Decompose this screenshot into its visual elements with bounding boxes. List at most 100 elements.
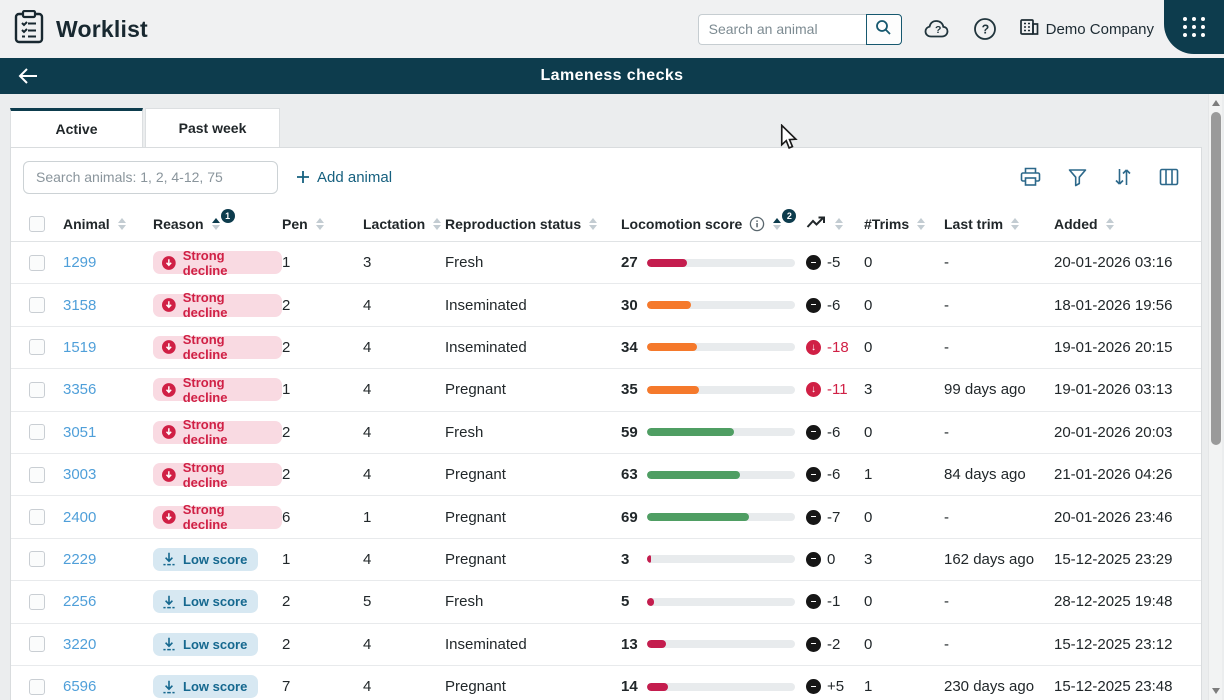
scrollbar-thumb[interactable] bbox=[1211, 112, 1221, 445]
vertical-scrollbar[interactable] bbox=[1208, 94, 1222, 700]
lactation-value: 4 bbox=[363, 296, 372, 314]
sort-lactation-icon[interactable] bbox=[433, 217, 442, 230]
animal-search-input[interactable] bbox=[697, 13, 866, 45]
apps-grid-icon bbox=[1182, 17, 1206, 37]
locomotion-bar bbox=[647, 470, 795, 479]
locomotion-bar bbox=[647, 258, 795, 267]
table-row[interactable]: 2229 Low score 1 4 Pregnant 3 0 3 162 da… bbox=[11, 538, 1201, 582]
pen-value: 2 bbox=[282, 423, 291, 441]
table-row[interactable]: 1519 Strong decline 2 4 Inseminated 34 -… bbox=[11, 326, 1201, 370]
table-row[interactable]: 3158 Strong decline 2 4 Inseminated 30 -… bbox=[11, 284, 1201, 327]
sort-reason-icon[interactable]: 1 bbox=[211, 208, 235, 230]
animals-filter-input[interactable] bbox=[23, 160, 278, 194]
scroll-down-button[interactable] bbox=[1209, 684, 1223, 698]
table-row[interactable]: 1299 Strong decline 1 3 Fresh 27 -5 0 - … bbox=[11, 242, 1201, 285]
row-checkbox[interactable] bbox=[29, 466, 45, 483]
animal-link[interactable]: 2256 bbox=[63, 593, 96, 610]
reason-label: Low score bbox=[183, 594, 248, 610]
table-row[interactable]: 6596 Low score 7 4 Pregnant 14 +5 1 230 … bbox=[11, 665, 1201, 700]
tab-past-week[interactable]: Past week bbox=[145, 108, 280, 147]
company-selector[interactable]: Demo Company bbox=[1019, 18, 1154, 40]
locomotion-info-icon[interactable] bbox=[749, 216, 765, 232]
reproduction-status: Inseminated bbox=[445, 296, 527, 314]
column-header-reproduction-status[interactable]: Reproduction status bbox=[445, 216, 581, 232]
sort-icon bbox=[1115, 169, 1131, 185]
row-checkbox[interactable] bbox=[29, 339, 45, 356]
row-checkbox[interactable] bbox=[29, 254, 45, 271]
column-header-animal[interactable]: Animal bbox=[63, 216, 110, 232]
animal-link[interactable]: 3051 bbox=[63, 424, 96, 441]
trend-icon bbox=[806, 679, 821, 695]
row-checkbox[interactable] bbox=[29, 424, 45, 441]
back-button[interactable] bbox=[14, 62, 42, 90]
svg-text:?: ? bbox=[935, 24, 941, 36]
row-checkbox[interactable] bbox=[29, 678, 45, 695]
table-row[interactable]: 3051 Strong decline 2 4 Fresh 59 -6 0 - … bbox=[11, 411, 1201, 454]
row-checkbox[interactable] bbox=[29, 551, 45, 568]
row-checkbox[interactable] bbox=[29, 509, 45, 526]
row-checkbox[interactable] bbox=[29, 636, 45, 653]
sort-reproduction-icon[interactable] bbox=[589, 217, 598, 230]
row-checkbox[interactable] bbox=[29, 381, 45, 398]
columns-button[interactable] bbox=[1159, 168, 1179, 186]
reason-label: Strong decline bbox=[182, 459, 228, 490]
table-row[interactable]: 2256 Low score 2 5 Fresh 5 -1 0 - 28-12-… bbox=[11, 581, 1201, 624]
table-row[interactable]: 3220 Low score 2 4 Inseminated 13 -2 0 -… bbox=[11, 623, 1201, 666]
help-icon[interactable]: ? bbox=[973, 17, 997, 41]
table-row[interactable]: 3003 Strong decline 2 4 Pregnant 63 -6 1… bbox=[11, 453, 1201, 497]
table-row[interactable]: 3356 Strong decline 1 4 Pregnant 35 -11 … bbox=[11, 369, 1201, 412]
animal-link[interactable]: 3356 bbox=[63, 381, 96, 398]
sort-priority-badge-reason: 1 bbox=[220, 208, 235, 223]
plus-icon bbox=[297, 171, 309, 183]
sort-button[interactable] bbox=[1114, 167, 1132, 187]
animal-link[interactable]: 2400 bbox=[63, 509, 96, 526]
print-button[interactable] bbox=[1020, 167, 1041, 187]
sort-pen-icon[interactable] bbox=[315, 217, 324, 230]
animal-search bbox=[697, 13, 902, 45]
animal-link[interactable]: 3158 bbox=[63, 297, 96, 314]
trend-icon bbox=[806, 551, 821, 567]
animal-link[interactable]: 1299 bbox=[63, 254, 96, 271]
strong-decline-icon bbox=[162, 255, 176, 270]
row-checkbox[interactable] bbox=[29, 593, 45, 610]
animal-link[interactable]: 3220 bbox=[63, 636, 96, 653]
select-all-checkbox[interactable] bbox=[29, 215, 45, 232]
reason-badge: Low score bbox=[153, 590, 259, 614]
column-header-trims[interactable]: #Trims bbox=[864, 216, 909, 232]
search-button[interactable] bbox=[865, 13, 902, 45]
table-controls: Add animal bbox=[11, 160, 1201, 194]
pen-value: 2 bbox=[282, 635, 291, 653]
column-header-lactation[interactable]: Lactation bbox=[363, 216, 425, 232]
sort-animal-icon[interactable] bbox=[117, 217, 126, 230]
last-trim-value: 162 days ago bbox=[944, 550, 1035, 568]
scroll-up-button[interactable] bbox=[1209, 96, 1223, 110]
cloud-help-icon[interactable]: ? bbox=[924, 18, 951, 40]
column-header-locomotion-score[interactable]: Locomotion score bbox=[621, 216, 742, 232]
locomotion-bar-fill bbox=[647, 385, 699, 394]
app-grid-button[interactable] bbox=[1164, 0, 1224, 54]
column-header-pen[interactable]: Pen bbox=[282, 216, 308, 232]
sort-trims-icon[interactable] bbox=[917, 217, 926, 230]
row-checkbox[interactable] bbox=[29, 297, 45, 314]
locomotion-bar-fill bbox=[647, 640, 667, 649]
trims-value: 0 bbox=[864, 423, 873, 441]
animal-link[interactable]: 6596 bbox=[63, 678, 96, 695]
table-row[interactable]: 2400 Strong decline 6 1 Pregnant 69 -7 0… bbox=[11, 496, 1201, 539]
column-header-reason[interactable]: Reason bbox=[153, 216, 204, 232]
pen-value: 2 bbox=[282, 338, 291, 356]
locomotion-score: 63 bbox=[621, 466, 638, 484]
filter-button[interactable] bbox=[1068, 168, 1087, 187]
animal-link[interactable]: 3003 bbox=[63, 466, 96, 483]
sort-trend-icon[interactable] bbox=[835, 217, 843, 230]
tab-active[interactable]: Active bbox=[10, 108, 143, 147]
pen-value: 7 bbox=[282, 678, 291, 696]
column-header-last-trim[interactable]: Last trim bbox=[944, 216, 1003, 232]
animal-link[interactable]: 2229 bbox=[63, 551, 96, 568]
sort-locomotion-icon[interactable]: 2 bbox=[773, 208, 797, 230]
sort-last-trim-icon[interactable] bbox=[1011, 217, 1020, 230]
locomotion-score: 34 bbox=[621, 338, 638, 356]
add-animal-button[interactable]: Add animal bbox=[296, 169, 392, 186]
animal-link[interactable]: 1519 bbox=[63, 339, 96, 356]
sort-added-icon[interactable] bbox=[1105, 217, 1114, 230]
column-header-added[interactable]: Added bbox=[1054, 216, 1098, 232]
